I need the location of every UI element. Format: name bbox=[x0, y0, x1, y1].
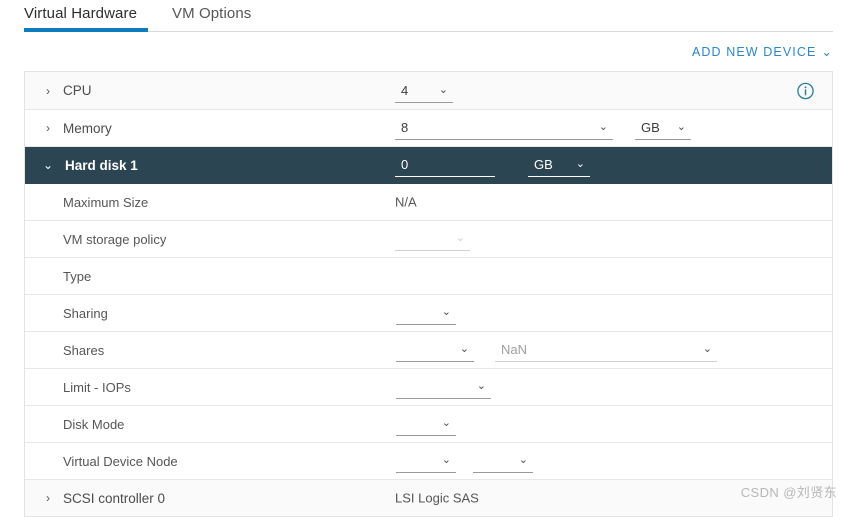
chevron-down-icon: ⌄ bbox=[676, 121, 686, 133]
maximum-size-value: N/A bbox=[395, 194, 417, 210]
detail-row-disk-mode: Disk Mode ⌄ bbox=[25, 406, 832, 443]
info-icon[interactable] bbox=[797, 82, 814, 99]
scsi-controller-value: LSI Logic SAS bbox=[395, 490, 479, 506]
memory-field-area: 8 ⌄ GB ⌄ bbox=[25, 110, 832, 146]
detail-row-type: Type bbox=[25, 258, 832, 295]
detail-row-shares: Shares ⌄ NaN ⌄ bbox=[25, 332, 832, 369]
cpu-count-value: 4 bbox=[401, 82, 409, 98]
shares-value-placeholder: NaN bbox=[501, 342, 528, 357]
add-new-device-label: ADD NEW DEVICE bbox=[691, 45, 817, 59]
tab-bar: Virtual Hardware VM Options bbox=[0, 0, 857, 32]
memory-unit-select[interactable]: GB ⌄ bbox=[635, 116, 691, 140]
hard-disk-unit-value: GB bbox=[534, 157, 553, 172]
shares-field-area: ⌄ NaN ⌄ bbox=[25, 332, 832, 368]
memory-size-select[interactable]: 8 ⌄ bbox=[395, 116, 613, 140]
virtual-device-node-field-area: ⌄ ⌄ bbox=[25, 443, 832, 479]
hard-disk-unit-select[interactable]: GB ⌄ bbox=[528, 153, 590, 177]
chevron-down-icon: ⌄ bbox=[476, 380, 486, 392]
add-new-device-button[interactable]: ADD NEW DEVICE ⌄ bbox=[692, 45, 833, 59]
chevron-down-icon: ⌄ bbox=[598, 121, 608, 133]
detail-row-limit-iops: Limit - IOPs ⌄ bbox=[25, 369, 832, 406]
chevron-down-icon: ⌄ bbox=[438, 83, 448, 96]
shares-level-select[interactable]: ⌄ bbox=[396, 338, 474, 362]
shares-value-select[interactable]: NaN ⌄ bbox=[495, 338, 717, 362]
chevron-down-icon: ⌄ bbox=[441, 417, 451, 429]
chevron-down-icon: ⌄ bbox=[441, 306, 451, 318]
hard-disk-size-value: 0 bbox=[401, 157, 409, 172]
chevron-down-icon: ⌄ bbox=[459, 343, 469, 355]
detail-row-vm-storage-policy: VM storage policy ⌄ bbox=[25, 221, 832, 258]
disk-mode-select[interactable]: ⌄ bbox=[396, 412, 456, 436]
cpu-field-area: 4 ⌄ bbox=[25, 72, 832, 109]
device-row-cpu[interactable]: › CPU 4 ⌄ bbox=[25, 72, 832, 110]
limit-iops-field-area: ⌄ bbox=[25, 369, 832, 405]
vm-storage-policy-select[interactable]: ⌄ bbox=[395, 227, 470, 251]
chevron-down-icon: ⌄ bbox=[821, 44, 833, 59]
scsi-controller-field-area: LSI Logic SAS bbox=[25, 480, 832, 516]
chevron-down-icon: ⌄ bbox=[455, 232, 465, 244]
virtual-device-node-controller-select[interactable]: ⌄ bbox=[396, 449, 456, 473]
chevron-down-icon: ⌄ bbox=[518, 454, 528, 466]
detail-row-sharing: Sharing ⌄ bbox=[25, 295, 832, 332]
device-row-scsi-controller-0[interactable]: › SCSI controller 0 LSI Logic SAS bbox=[25, 480, 832, 517]
memory-unit-value: GB bbox=[641, 120, 660, 135]
virtual-device-node-unit-select[interactable]: ⌄ bbox=[473, 449, 533, 473]
device-row-memory[interactable]: › Memory 8 ⌄ GB ⌄ bbox=[25, 110, 832, 147]
memory-size-value: 8 bbox=[401, 120, 409, 135]
tab-virtual-hardware[interactable]: Virtual Hardware bbox=[24, 5, 137, 30]
limit-iops-select[interactable]: ⌄ bbox=[396, 375, 491, 399]
chevron-down-icon: ⌄ bbox=[702, 343, 712, 355]
chevron-down-icon: ⌄ bbox=[441, 454, 451, 466]
detail-row-maximum-size: Maximum Size N/A bbox=[25, 184, 832, 221]
hard-disk-field-area: 0 GB ⌄ bbox=[25, 147, 832, 183]
virtual-hardware-device-table: › CPU 4 ⌄ › Memory 8 ⌄ GB ⌄ ⌄ Hard disk … bbox=[24, 71, 833, 517]
sharing-field-area: ⌄ bbox=[25, 295, 832, 331]
sharing-select[interactable]: ⌄ bbox=[396, 301, 456, 325]
type-field-area bbox=[25, 258, 832, 294]
cpu-count-select[interactable]: 4 ⌄ bbox=[395, 79, 453, 103]
tab-vm-options[interactable]: VM Options bbox=[172, 5, 251, 30]
hard-disk-size-input[interactable]: 0 bbox=[395, 153, 495, 177]
detail-row-virtual-device-node: Virtual Device Node ⌄ ⌄ bbox=[25, 443, 832, 480]
maximum-size-field-area: N/A bbox=[25, 184, 832, 220]
disk-mode-field-area: ⌄ bbox=[25, 406, 832, 442]
chevron-down-icon: ⌄ bbox=[575, 158, 585, 170]
device-row-hard-disk-1[interactable]: ⌄ Hard disk 1 0 GB ⌄ bbox=[25, 147, 832, 184]
vm-storage-policy-field-area: ⌄ bbox=[25, 221, 832, 257]
active-tab-indicator bbox=[24, 28, 148, 32]
